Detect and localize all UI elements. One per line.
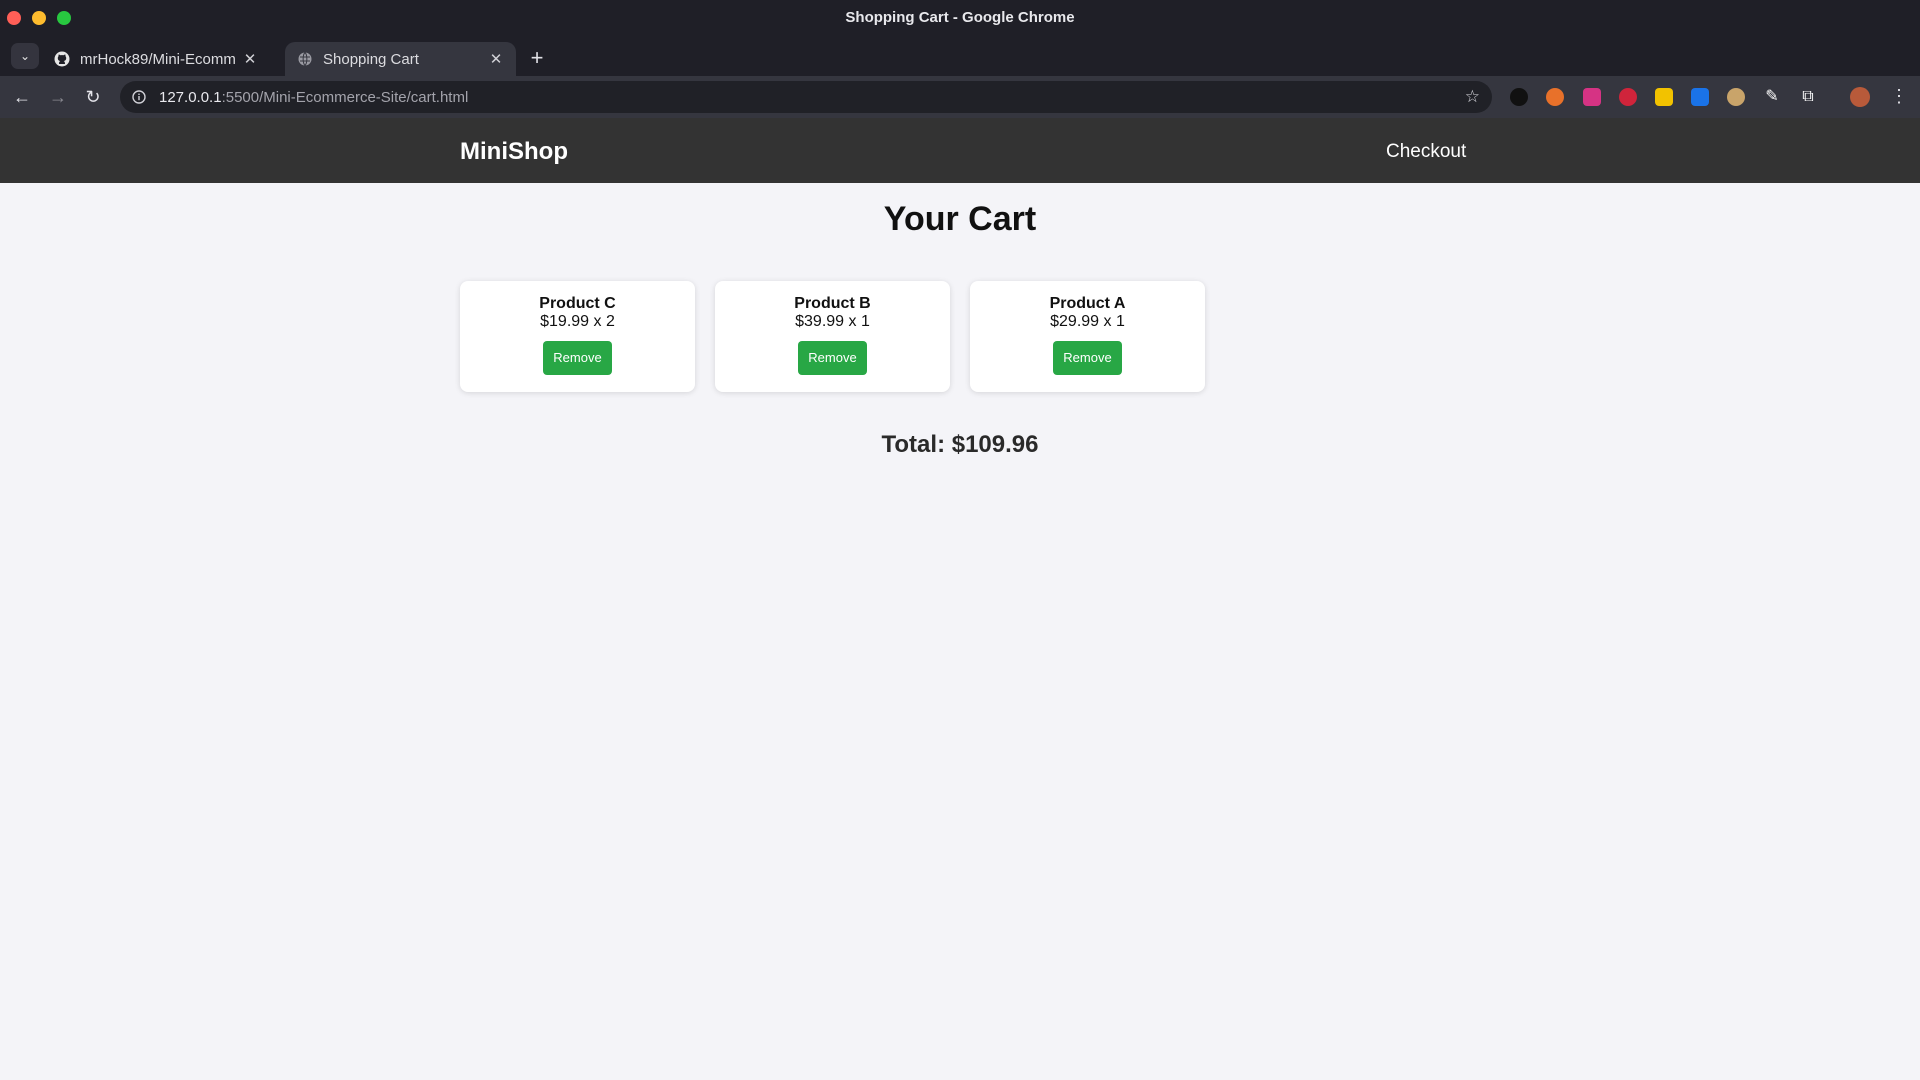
tab-search-button[interactable]: ⌄: [11, 43, 39, 69]
more-menu-icon[interactable]: ⋮: [1890, 86, 1908, 107]
product-price-quantity: $29.99 x 1: [1050, 313, 1125, 330]
arrow-right-icon: →: [49, 87, 67, 107]
bookmark-star-icon[interactable]: ☆: [1465, 87, 1480, 107]
reload-button[interactable]: ↻: [81, 85, 105, 109]
url-host: 127.0.0.1: [159, 88, 222, 106]
brand-logo[interactable]: MiniShop: [460, 138, 568, 166]
product-price-quantity: $39.99 x 1: [795, 313, 870, 330]
arrow-left-icon: ←: [13, 87, 31, 107]
tab-strip: ⌄ mrHock89/Mini-Ecommerce-Site ✕ Shoppin…: [0, 36, 1920, 76]
extension-icon-2[interactable]: [1546, 88, 1564, 106]
tab-shopping-cart[interactable]: Shopping Cart ✕: [285, 42, 516, 76]
new-tab-button[interactable]: +: [527, 45, 547, 71]
extension-icon-3[interactable]: [1583, 88, 1601, 106]
product-name: Product A: [1049, 295, 1126, 312]
extension-icon-5[interactable]: [1655, 88, 1673, 106]
extension-icon-6[interactable]: [1691, 88, 1709, 106]
remove-button[interactable]: Remove: [543, 341, 612, 375]
plus-icon: +: [530, 45, 544, 70]
address-bar[interactable]: 127.0.0.1:5500/Mini-Ecommerce-Site/cart.…: [120, 81, 1492, 113]
tab-label: mrHock89/Mini-Ecommerce-Site: [80, 50, 236, 68]
cart-item: Product A $29.99 x 1 Remove: [970, 281, 1205, 392]
github-icon: [54, 51, 70, 67]
extension-icon-7[interactable]: [1727, 88, 1745, 106]
extension-icon-1[interactable]: [1510, 88, 1528, 106]
reload-icon: ↻: [85, 87, 101, 107]
close-icon[interactable]: ✕: [242, 50, 258, 68]
cart-item: Product C $19.99 x 2 Remove: [460, 281, 695, 392]
browser-toolbar: ← → ↻ 127.0.0.1:5500/Mini-Ecommerce-Site…: [0, 76, 1920, 118]
cart-item: Product B $39.99 x 1 Remove: [715, 281, 950, 392]
cart-list: Product C $19.99 x 2 Remove Product B $3…: [460, 281, 1205, 392]
chevron-down-icon: ⌄: [19, 49, 31, 63]
puzzle-icon[interactable]: ⧉: [1799, 88, 1817, 106]
product-name: Product B: [794, 295, 871, 312]
forward-button[interactable]: →: [46, 85, 70, 109]
back-button[interactable]: ←: [10, 85, 34, 109]
window-title: Shopping Cart - Google Chrome: [845, 9, 1075, 26]
globe-icon: [297, 51, 313, 67]
product-name: Product C: [539, 295, 616, 312]
site-header: MiniShop Checkout: [0, 118, 1920, 183]
close-icon[interactable]: ✕: [488, 50, 504, 68]
site-info-icon[interactable]: [131, 89, 147, 105]
url-path: :5500/Mini-Ecommerce-Site/cart.html: [221, 88, 469, 106]
extension-icon-4[interactable]: [1619, 88, 1637, 106]
cart-total: Total: $109.96: [881, 431, 1039, 458]
tab-label: Shopping Cart: [323, 50, 419, 68]
remove-button[interactable]: Remove: [1053, 341, 1122, 375]
remove-button[interactable]: Remove: [798, 341, 867, 375]
page-title: Your Cart: [883, 200, 1037, 238]
url-text: 127.0.0.1:5500/Mini-Ecommerce-Site/cart.…: [159, 89, 468, 106]
tab-github[interactable]: mrHock89/Mini-Ecommerce-Site ✕: [42, 42, 270, 76]
avatar[interactable]: [1850, 87, 1870, 107]
checkout-link[interactable]: Checkout: [1386, 141, 1466, 163]
window-titlebar: Shopping Cart - Google Chrome: [0, 0, 1920, 36]
product-price-quantity: $19.99 x 2: [540, 313, 615, 330]
extension-icon-8[interactable]: ✎: [1763, 88, 1781, 106]
